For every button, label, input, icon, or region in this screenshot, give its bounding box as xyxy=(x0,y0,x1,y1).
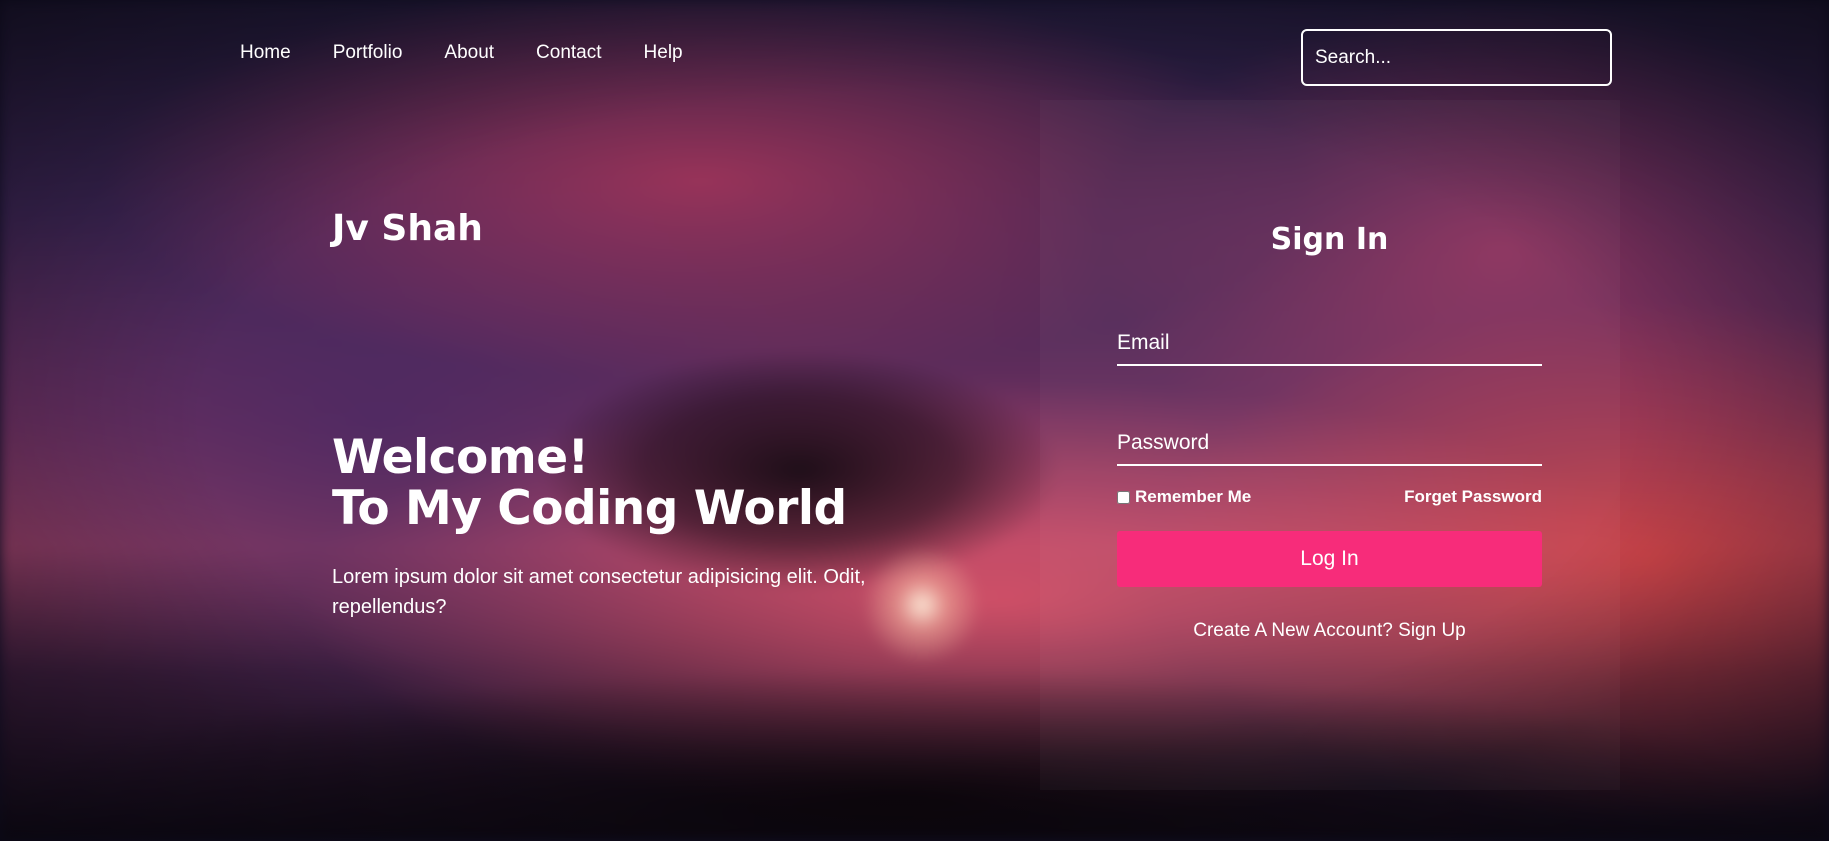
signin-title: Sign In xyxy=(1270,222,1389,257)
nav-contact[interactable]: Contact xyxy=(536,42,601,64)
welcome-heading: Welcome! To My Coding World xyxy=(332,432,847,534)
nav-help[interactable]: Help xyxy=(644,42,683,64)
hero-description: Lorem ipsum dolor sit amet consectetur a… xyxy=(332,566,866,618)
search-input[interactable] xyxy=(1301,29,1612,86)
remember-me-label: Remember Me xyxy=(1135,487,1252,506)
password-field-wrapper xyxy=(1117,422,1542,466)
login-button[interactable]: Log In xyxy=(1117,531,1542,587)
nav-about[interactable]: About xyxy=(444,42,494,64)
remember-me[interactable]: Remember Me xyxy=(1117,487,1251,507)
signup-link[interactable]: Sign Up xyxy=(1398,620,1466,641)
nav-portfolio[interactable]: Portfolio xyxy=(333,42,403,64)
brand-title: Jv Shah xyxy=(332,208,483,249)
password-field[interactable] xyxy=(1117,422,1542,464)
forget-password-link[interactable]: Forget Password xyxy=(1404,487,1542,507)
nav-home[interactable]: Home xyxy=(240,42,291,64)
signup-prompt: Create A New Account? Sign Up xyxy=(1117,620,1542,642)
main-nav: Home Portfolio About Contact Help xyxy=(240,42,683,64)
remember-me-checkbox[interactable] xyxy=(1117,490,1130,504)
welcome-line-1: Welcome! xyxy=(332,430,589,485)
email-field[interactable] xyxy=(1117,322,1542,364)
welcome-line-2: To My Coding World xyxy=(332,481,847,536)
email-field-wrapper xyxy=(1117,322,1542,366)
signup-prefix: Create A New Account? xyxy=(1193,620,1399,641)
